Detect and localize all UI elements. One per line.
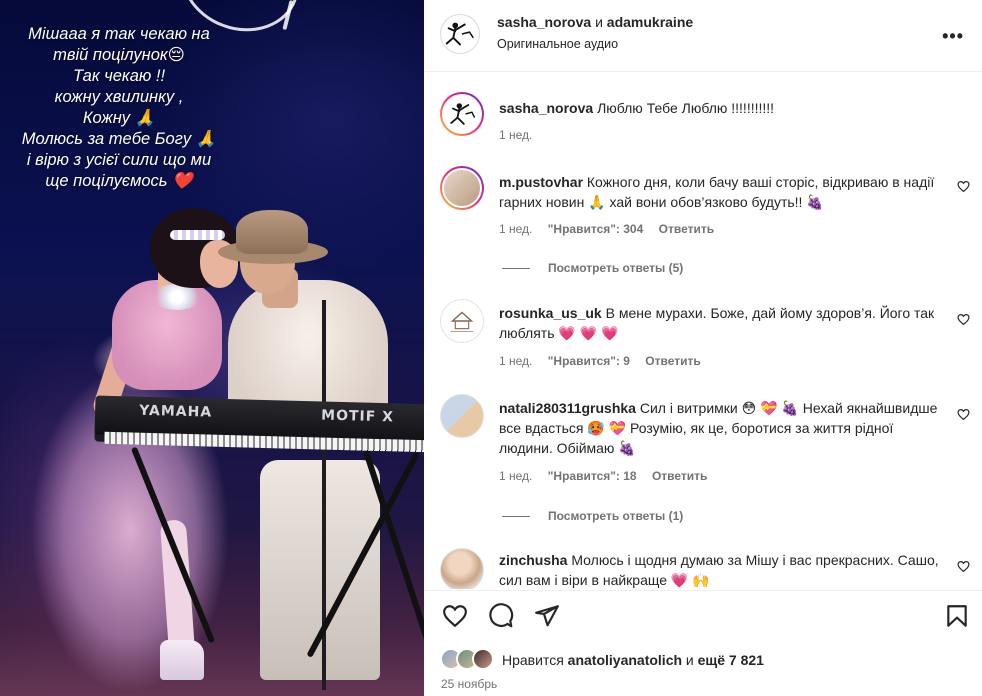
- commenter-avatar[interactable]: [440, 166, 484, 210]
- audio-label[interactable]: Оригинальное аудио: [497, 37, 618, 51]
- comment-time[interactable]: 1 нед.: [499, 469, 532, 483]
- comment-text: sasha_norova Люблю Тебе Люблю !!!!!!!!!!…: [499, 98, 947, 118]
- comment-meta: 1 нед. "Нравится": 18 Ответить: [499, 469, 719, 483]
- view-replies-button[interactable]: Посмотреть ответы (1): [502, 509, 683, 523]
- heart-icon[interactable]: [442, 603, 468, 629]
- like-comment-heart-icon[interactable]: [957, 560, 970, 573]
- replies-divider: [502, 516, 530, 518]
- singer-tiara: [170, 230, 225, 240]
- likes-text: Нравится anatoliyanatolich и ещё 7 821: [502, 652, 764, 668]
- like-comment-heart-icon[interactable]: [957, 313, 970, 326]
- comment-username[interactable]: m.pustovhar: [499, 174, 583, 190]
- comment-time[interactable]: 1 нед.: [499, 128, 532, 142]
- reply-button[interactable]: Ответить: [659, 222, 714, 236]
- comment-username[interactable]: rosunka_us_uk: [499, 305, 602, 321]
- like-comment-heart-icon[interactable]: [957, 180, 970, 193]
- comment-body: Люблю Тебе Люблю !!!!!!!!!!!: [597, 100, 775, 116]
- likes-prefix: Нравится: [502, 652, 564, 668]
- comment-meta: 1 нед. "Нравится": 304 Ответить: [499, 222, 726, 236]
- post-authors: sasha_norova и adamukraine: [497, 14, 693, 30]
- paper-plane-icon[interactable]: [534, 603, 560, 629]
- reply-button[interactable]: Ответить: [652, 469, 707, 483]
- bookmark-icon[interactable]: [944, 603, 970, 629]
- keyboard-model: MOTIF X: [320, 407, 395, 426]
- comment-icon[interactable]: [488, 603, 514, 629]
- comment-likes[interactable]: "Нравится": 18: [548, 469, 637, 483]
- dancer-logo-icon: [445, 22, 474, 46]
- commenter-avatar[interactable]: [440, 299, 484, 343]
- author-username[interactable]: sasha_norova: [497, 14, 591, 30]
- reply-button[interactable]: Ответить: [645, 354, 700, 368]
- pianist-legs: [260, 460, 380, 680]
- comment-text: m.pustovhar Кожного дня, коли бачу ваші …: [499, 172, 947, 212]
- more-options-icon[interactable]: •••: [942, 26, 964, 47]
- commenter-avatar[interactable]: [440, 394, 484, 438]
- post-panel: sasha_norova и adamukraine Оригинальное …: [424, 0, 982, 696]
- authors-joiner: и: [595, 14, 603, 30]
- comment-username[interactable]: natali280311grushka: [499, 400, 636, 416]
- coauthor-username[interactable]: adamukraine: [607, 14, 693, 30]
- house-logo-icon: [450, 311, 474, 332]
- singer-shoe: [160, 640, 204, 680]
- caption-line: Так чекаю !!: [72, 67, 166, 85]
- commenter-avatar[interactable]: [440, 548, 484, 589]
- caption-line: твій поцілунок😔: [53, 46, 185, 64]
- comments-list[interactable]: sasha_norova Люблю Тебе Люблю !!!!!!!!!!…: [424, 72, 982, 589]
- caption-line: Молюсь за тебе Богу 🙏: [21, 130, 217, 148]
- likes-count[interactable]: ещё 7 821: [698, 652, 764, 668]
- caption-line: Кожну 🙏: [82, 109, 156, 127]
- post-header: sasha_norova и adamukraine Оригинальное …: [424, 0, 982, 72]
- comment-meta: 1 нед. "Нравится": 9 Ответить: [499, 354, 713, 368]
- likes-joiner: и: [685, 652, 694, 668]
- comment-text: natali280311grushka Сил і витримки 😳 💝 🍇…: [499, 398, 947, 458]
- view-replies-label: Посмотреть ответы (5): [548, 261, 684, 275]
- comment-username[interactable]: sasha_norova: [499, 100, 593, 116]
- caption-line: Мішааа я так чекаю на: [28, 25, 210, 43]
- liker-avatar: [472, 648, 494, 670]
- post-date[interactable]: 25 ноябрь: [441, 677, 497, 691]
- replies-divider: [502, 268, 530, 270]
- comment-likes[interactable]: "Нравится": 9: [548, 354, 630, 368]
- post-actions-bar: [424, 590, 982, 642]
- caption-line: і вірю з усієї сили що ми: [26, 151, 212, 169]
- view-replies-button[interactable]: Посмотреть ответы (5): [502, 261, 683, 275]
- comment-username[interactable]: zinchusha: [499, 552, 567, 568]
- caption-line: ще поцілуємось ❤️: [45, 172, 193, 190]
- comment-text: rosunka_us_uk В мене мурахи. Боже, дай й…: [499, 303, 947, 343]
- caption-author-avatar[interactable]: [440, 92, 484, 136]
- dancer-logo-icon: [450, 103, 476, 125]
- comment-time[interactable]: 1 нед.: [499, 222, 532, 236]
- comment-text: zinchusha Молюсь і щодня думаю за Мішу і…: [499, 550, 947, 589]
- likes-summary[interactable]: Нравится anatoliyanatolich и ещё 7 821: [440, 646, 970, 674]
- caption-line: кожну хвилинку ,: [54, 88, 184, 106]
- comment-likes[interactable]: "Нравится": 304: [548, 222, 644, 236]
- story-media[interactable]: YAMAHA MOTIF X Мішааа я так чекаю на тві…: [0, 0, 424, 696]
- like-comment-heart-icon[interactable]: [957, 408, 970, 421]
- author-avatar[interactable]: [440, 14, 480, 54]
- comment-time[interactable]: 1 нед.: [499, 354, 532, 368]
- comment-meta: 1 нед.: [499, 128, 544, 142]
- view-replies-label: Посмотреть ответы (1): [548, 509, 684, 523]
- pianist-hat: [236, 210, 308, 254]
- story-caption: Мішааа я так чекаю на твій поцілунок😔 Та…: [0, 24, 244, 192]
- liker-username[interactable]: anatoliyanatolich: [568, 652, 682, 668]
- keyboard-instrument: YAMAHA MOTIF X: [94, 395, 424, 453]
- keyboard-brand: YAMAHA: [138, 402, 213, 421]
